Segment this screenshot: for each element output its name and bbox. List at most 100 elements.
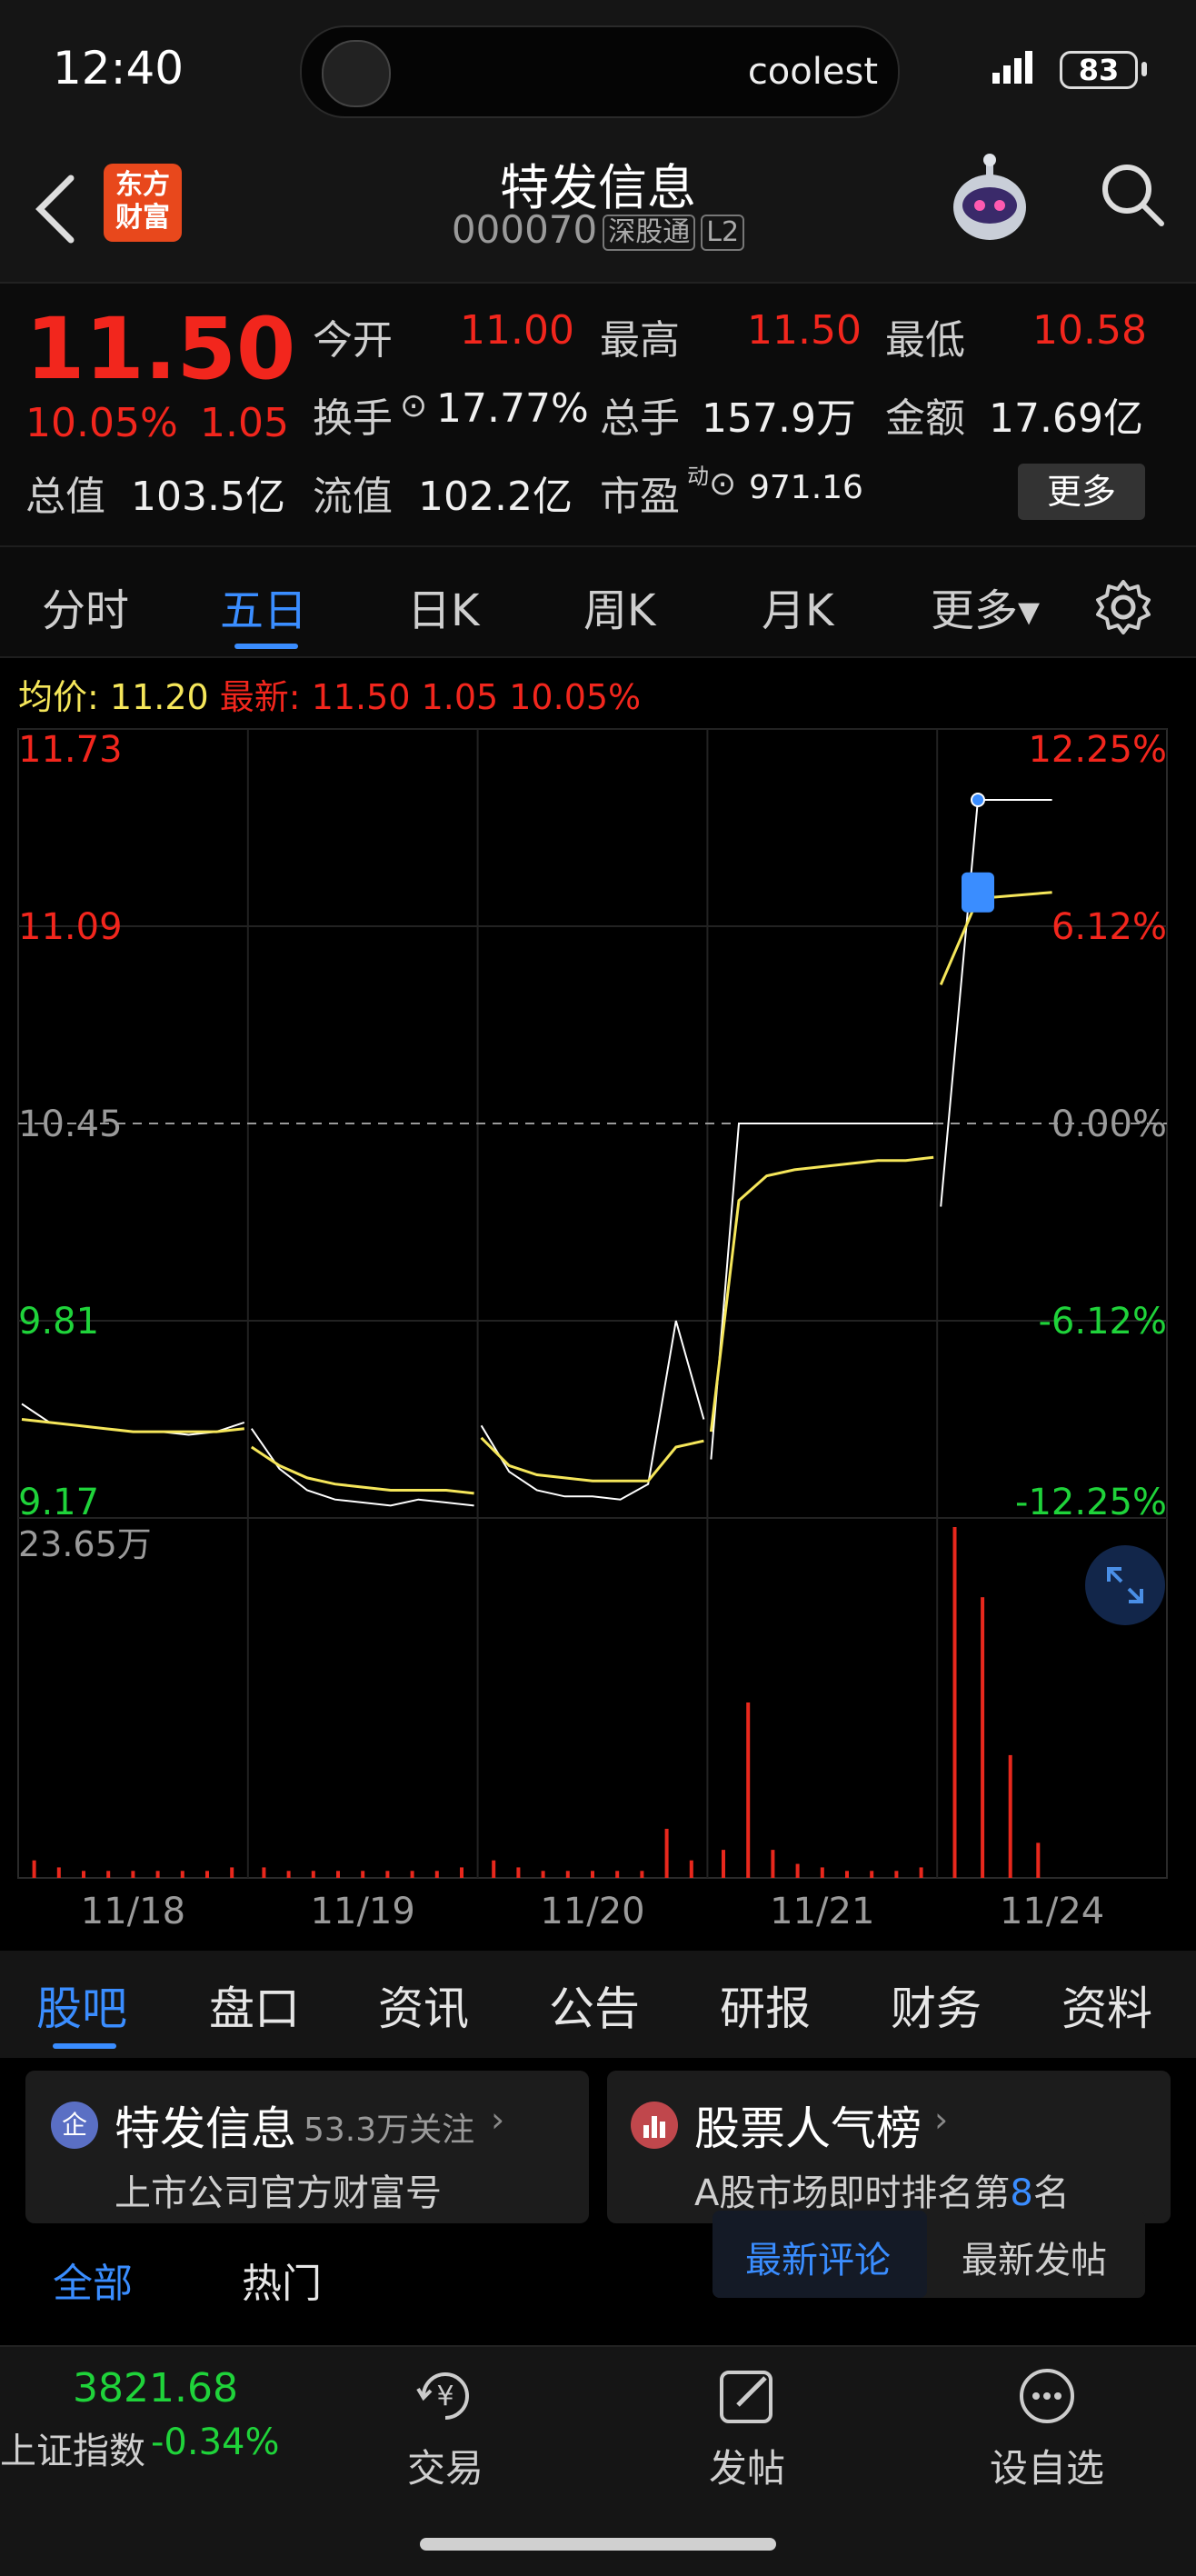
volume-bar <box>361 1871 365 1878</box>
company-card[interactable]: 企 特发信息 53.3万关注 › 上市公司官方财富号 <box>25 2071 589 2223</box>
post-icon[interactable] <box>713 2361 782 2431</box>
volume-bar <box>664 1828 669 1878</box>
tab-daily-k[interactable]: 日K <box>407 574 479 638</box>
volume-bar <box>32 1860 36 1878</box>
volume-bar <box>311 1871 315 1878</box>
tab-profile[interactable]: 资料 <box>1061 1972 1152 2038</box>
chart-frame <box>17 728 1168 1879</box>
signal-s-icon <box>962 872 994 913</box>
tab-more[interactable]: 更多▾ <box>931 574 1040 638</box>
popularity-card[interactable]: 股票人气榜 › A股市场即时排名第8名 <box>607 2071 1171 2223</box>
tab-finance[interactable]: 财务 <box>891 1972 982 2038</box>
volume-bar <box>565 1871 570 1878</box>
sort-latest-comment[interactable]: 最新评论 <box>745 2231 891 2283</box>
y-axis-percent-label: -12.25% <box>1015 1482 1167 1523</box>
volume-bar <box>286 1871 291 1878</box>
battery-icon: 83 <box>1060 51 1138 89</box>
volume-bar <box>981 1597 985 1878</box>
tab-weekly-k[interactable]: 周K <box>583 574 655 638</box>
volume-bar <box>722 1850 725 1878</box>
volume-bar <box>106 1871 111 1878</box>
svg-text:¥: ¥ <box>436 2381 453 2412</box>
tab-orderbook[interactable]: 盘口 <box>209 1972 300 2038</box>
five-day-chart[interactable]: 11.73 12.25% 11.09 6.12% 10.45 0.00% 9.81 -6.12… <box>0 718 1196 1936</box>
volume-bar <box>262 1867 266 1878</box>
stock-header: 东方 财富 特发信息 000070 深股通 L2 <box>0 136 1196 284</box>
volume-bar <box>615 1871 620 1878</box>
price-line-segment <box>940 799 1052 1207</box>
tab-research[interactable]: 研报 <box>720 1972 811 2038</box>
quote-panel: 11.50 10.05% 1.05 今开 11.00 最高 11.50 最低 1… <box>0 284 1196 547</box>
volume-bar <box>541 1871 545 1878</box>
dynamic-island[interactable]: coolest <box>300 25 900 118</box>
tab-guba[interactable]: 股吧 <box>36 1972 127 2038</box>
watchlist-label[interactable]: 设自选 <box>983 2438 1111 2493</box>
y-axis-percent-label: 6.12% <box>1051 906 1167 948</box>
price-line-segment <box>21 1403 245 1436</box>
y-axis-price-label: 11.73 <box>18 729 123 771</box>
volume-max-label: 23.65万 <box>18 1524 152 1564</box>
tab-five-day[interactable]: 五日 <box>220 574 307 638</box>
volume-bar <box>845 1871 849 1878</box>
more-button[interactable]: 更多 <box>1018 464 1145 520</box>
volume-bar <box>919 1867 923 1878</box>
latest-label: 最新: <box>219 677 301 717</box>
volume-bar <box>230 1867 234 1878</box>
index-name[interactable]: 上证指数 <box>0 2421 145 2474</box>
y-axis-price-label: 9.81 <box>18 1301 99 1343</box>
trade-label[interactable]: 交易 <box>393 2438 498 2493</box>
chevron-right-icon: › <box>491 2100 505 2140</box>
index-value[interactable]: 3821.68 <box>73 2365 238 2411</box>
float-label: 流值 <box>313 474 393 520</box>
active-tab-indicator <box>234 644 298 649</box>
volume-bar <box>640 1871 644 1878</box>
tab-monthly-k[interactable]: 月K <box>762 574 833 638</box>
x-axis-date-label: 11/18 <box>81 1891 185 1932</box>
volume-bar <box>385 1871 390 1878</box>
x-axis-date-label: 11/24 <box>1000 1891 1104 1932</box>
add-watchlist-icon[interactable] <box>1012 2361 1081 2431</box>
open-label: 今开 <box>313 317 393 364</box>
mktcap-value: 103.5亿 <box>131 474 285 520</box>
avg-price-line-segment <box>939 891 1052 985</box>
amount-value: 17.69亿 <box>989 395 1143 442</box>
trade-icon[interactable]: ¥ <box>411 2361 480 2431</box>
latest-value: 11.50 1.05 10.05% <box>311 677 642 717</box>
pe-info-icon[interactable]: ⊙ <box>709 465 736 503</box>
post-label[interactable]: 发帖 <box>694 2438 800 2493</box>
gear-icon[interactable] <box>1094 578 1152 636</box>
filter-all[interactable]: 全部 <box>53 2251 133 2309</box>
volume-bar <box>492 1860 496 1878</box>
sort-latest-post[interactable]: 最新发帖 <box>962 2231 1107 2283</box>
tab-intraday[interactable]: 分时 <box>42 574 129 638</box>
island-album-art <box>322 40 391 107</box>
avg-price-line-segment <box>21 1418 244 1433</box>
info-circle-icon[interactable]: ⊙ <box>400 387 427 424</box>
x-axis-date-label: 11/20 <box>540 1891 644 1932</box>
y-axis-price-label: 9.17 <box>18 1482 99 1523</box>
rank-sub-pre: A股市场即时排名第 <box>694 2172 1011 2214</box>
tab-news[interactable]: 资讯 <box>378 1972 469 2038</box>
volume-bar <box>795 1863 800 1878</box>
volume-bar <box>205 1871 209 1878</box>
expand-icon <box>1107 1567 1143 1603</box>
filter-hot[interactable]: 热门 <box>242 2251 322 2309</box>
index-change: -0.34% <box>151 2421 280 2463</box>
high-value: 11.50 <box>747 307 862 354</box>
volume-bar <box>689 1860 693 1878</box>
period-tabs: 分时 五日 日K 周K 月K 更多▾ <box>0 547 1196 658</box>
y-axis-percent-label: -6.12% <box>1038 1301 1167 1343</box>
low-label: 最低 <box>885 317 965 364</box>
stock-code: 000070 <box>451 207 598 252</box>
x-axis-date-label: 11/21 <box>770 1891 874 1932</box>
chevron-right-icon: › <box>934 2100 949 2140</box>
robot-assistant-icon[interactable] <box>942 153 1038 249</box>
enterprise-icon: 企 <box>51 2102 98 2149</box>
turnover-value: 17.77% <box>436 385 589 432</box>
tab-announcements[interactable]: 公告 <box>549 1972 640 2038</box>
low-value: 10.58 <box>1032 307 1147 354</box>
expand-chart-button[interactable] <box>1085 1545 1165 1625</box>
search-icon[interactable] <box>1096 158 1169 231</box>
avg-price-line-segment <box>709 1155 934 1433</box>
volume-bar <box>820 1867 824 1878</box>
